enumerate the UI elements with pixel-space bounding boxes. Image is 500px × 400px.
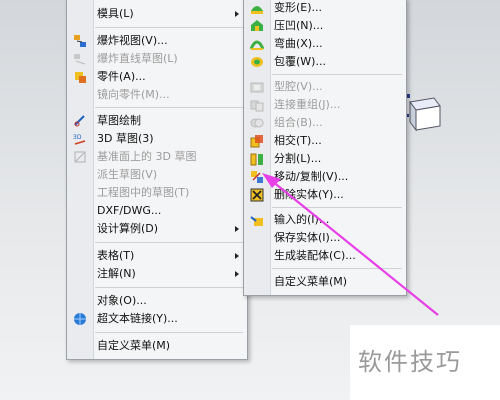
menu-item-explode-line-sketch[interactable]: 爆炸直线草图(L) bbox=[67, 50, 247, 68]
menu-item-indent[interactable]: 压凹(N)... bbox=[244, 17, 406, 35]
menu-item-wrap[interactable]: 包覆(W)... bbox=[244, 53, 406, 71]
menu-item-exploded-view[interactable]: 爆炸视图(V)... bbox=[67, 32, 247, 50]
intersect-icon bbox=[250, 135, 263, 148]
menu-item-3d-sketch[interactable]: 3D 3D 草图(3) bbox=[67, 130, 247, 148]
3d-sketch-icon: 3D bbox=[73, 134, 86, 145]
menu-item-flex[interactable]: 弯曲(X)... bbox=[244, 35, 406, 53]
menu-item-tables[interactable]: 表格(T) bbox=[67, 247, 247, 265]
menu-item-delete-body[interactable]: 删除实体(Y)... bbox=[244, 186, 406, 204]
menu-item-deform[interactable]: 变形(E)... bbox=[244, 0, 406, 17]
menu-item-hyperlink[interactable]: 超文本链接(Y)... bbox=[67, 310, 247, 328]
menu-item-derived-sketch[interactable]: 派生草图(V) bbox=[67, 166, 247, 184]
submenu-arrow-icon bbox=[235, 271, 239, 277]
3d-sketch-plane-icon bbox=[74, 151, 86, 163]
menu-item-split[interactable]: 分割(L)... bbox=[244, 150, 406, 168]
menu-item-object[interactable]: 对象(O)... bbox=[67, 292, 247, 310]
join-icon bbox=[250, 100, 264, 112]
3d-model-fragment[interactable] bbox=[404, 92, 444, 132]
menu-item-combine[interactable]: 组合(B)... bbox=[244, 114, 406, 132]
hyperlink-globe-icon bbox=[74, 313, 86, 325]
svg-text:3D: 3D bbox=[73, 134, 82, 141]
submenu-arrow-icon bbox=[235, 226, 239, 232]
watermark-text: 软件技巧 bbox=[358, 348, 462, 376]
menu-item-imported[interactable]: 输入的(I)... bbox=[244, 211, 406, 229]
menu-item-create-assembly[interactable]: 生成装配体(C)... bbox=[244, 247, 406, 265]
wrap-icon bbox=[251, 57, 263, 67]
menu-item-sketch-from-drawing[interactable]: 工程图中的草图(T) bbox=[67, 184, 247, 202]
indent-icon bbox=[251, 20, 263, 31]
menu-item-sketch[interactable]: 草图绘制 bbox=[67, 112, 247, 130]
submenu-arrow-icon bbox=[235, 11, 239, 17]
part-icon bbox=[75, 72, 86, 83]
menu-item-design-study[interactable]: 设计算例(D) bbox=[67, 220, 247, 238]
menu-item-intersect[interactable]: 相交(T)... bbox=[244, 132, 406, 150]
deform-icon bbox=[251, 6, 263, 14]
menu-item-3d-sketch-on-plane[interactable]: 基准面上的 3D 草图 bbox=[67, 148, 247, 166]
menu-item-mirror-part[interactable]: 镜向零件(M)... bbox=[67, 86, 247, 104]
explode-view-icon bbox=[74, 35, 86, 47]
menu-item-join[interactable]: 连接重组(J)... bbox=[244, 96, 406, 114]
menu-item-customize-menu[interactable]: 自定义菜单(M) bbox=[67, 337, 247, 355]
menu-item-save-bodies[interactable]: 保存实体(I)... bbox=[244, 229, 406, 247]
menu-item-move-copy[interactable]: 移动/复制(V)... bbox=[244, 168, 406, 186]
menu-item-customize-submenu[interactable]: 自定义菜单(M) bbox=[244, 273, 406, 291]
imported-icon bbox=[250, 216, 263, 226]
menu-item-dxf-dwg[interactable]: DXF/DWG... bbox=[67, 202, 247, 220]
menu-item-cavity[interactable]: 型腔(V)... bbox=[244, 78, 406, 96]
menu-item-mold[interactable]: 模具(L) bbox=[67, 5, 247, 23]
combine-icon bbox=[250, 118, 264, 128]
delete-body-icon bbox=[250, 188, 264, 202]
insert-menu: 模具(L) 爆炸视图(V)... 爆炸直线草图(L) 零件(A)... 镜向零件… bbox=[66, 0, 248, 360]
cavity-icon bbox=[250, 82, 264, 93]
move-copy-icon bbox=[251, 171, 263, 183]
submenu-arrow-icon bbox=[235, 253, 239, 259]
menu-item-part[interactable]: 零件(A)... bbox=[67, 68, 247, 86]
sketch-icon bbox=[74, 115, 85, 127]
menu-item-annotations[interactable]: 注解(N) bbox=[67, 265, 247, 283]
explode-line-icon bbox=[74, 54, 86, 65]
split-icon bbox=[250, 153, 263, 166]
flex-icon bbox=[250, 40, 264, 50]
features-submenu: 变形(E)... 压凹(N)... 弯曲(X)... 包覆(W)... 型腔(V… bbox=[243, 0, 407, 296]
